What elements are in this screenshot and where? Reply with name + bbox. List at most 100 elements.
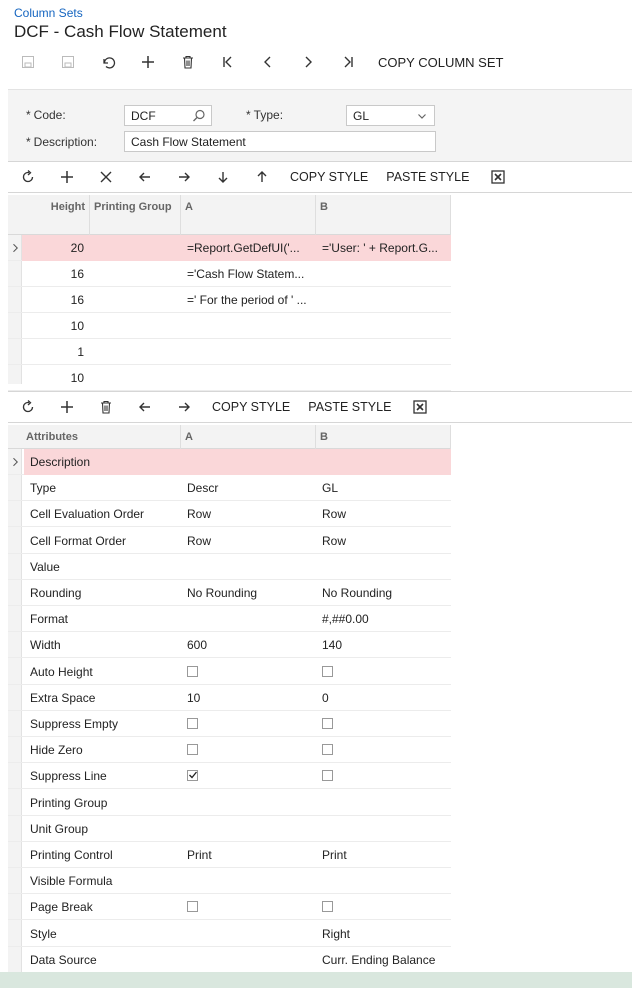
cell-column-a[interactable] — [181, 449, 316, 475]
cell-column-b[interactable] — [316, 261, 451, 287]
cell-column-b[interactable]: No Rounding — [316, 580, 451, 606]
cell-printing-group[interactable] — [90, 313, 181, 339]
move-left-button[interactable] — [125, 392, 164, 422]
cell-printing-group[interactable] — [90, 235, 181, 261]
breadcrumb[interactable]: Column Sets — [14, 6, 83, 20]
copy-column-set-button[interactable]: COPY COLUMN SET — [368, 48, 513, 76]
cell-column-b[interactable]: #,##0.00 — [316, 606, 451, 632]
description-field[interactable]: Cash Flow Statement — [124, 131, 436, 152]
table-row[interactable]: Suppress Line — [8, 763, 451, 790]
move-up-button[interactable] — [242, 162, 281, 192]
header-attributes[interactable]: Attributes — [22, 425, 181, 449]
checkbox[interactable] — [187, 770, 198, 782]
table-row[interactable]: Format #,##0.00 — [8, 606, 451, 633]
last-record-button[interactable] — [328, 48, 368, 76]
header-column-b[interactable]: B — [316, 195, 451, 235]
table-row[interactable]: Rounding No Rounding No Rounding — [8, 580, 451, 606]
cell-column-a[interactable] — [181, 606, 316, 632]
table-row[interactable]: Description — [8, 449, 451, 475]
table-row[interactable]: 10 — [8, 365, 451, 391]
table-row[interactable]: 16 ='Cash Flow Statem... — [8, 261, 451, 287]
cell-printing-group[interactable] — [90, 339, 181, 365]
first-record-button[interactable] — [208, 48, 248, 76]
cell-column-b[interactable]: Row — [316, 528, 451, 554]
checkbox[interactable] — [187, 718, 198, 729]
cell-column-a[interactable]: Print — [181, 842, 316, 868]
cell-column-a[interactable]: =' For the period of ' ... — [181, 287, 316, 313]
table-row[interactable]: Suppress Empty — [8, 711, 451, 737]
checkbox[interactable] — [322, 665, 333, 677]
cell-column-a[interactable] — [181, 711, 316, 737]
table-row[interactable]: Style Right — [8, 921, 451, 947]
cell-column-b[interactable]: Curr. Ending Balance — [316, 947, 451, 973]
cell-column-b[interactable]: ='User: ' + Report.G... — [316, 235, 451, 261]
cell-column-b[interactable] — [316, 737, 451, 763]
header-height[interactable]: Height — [22, 195, 90, 235]
type-select[interactable]: GL — [346, 105, 435, 126]
move-down-button[interactable] — [203, 162, 242, 192]
table-row[interactable]: Auto Height — [8, 659, 451, 685]
cell-column-a[interactable] — [181, 763, 316, 789]
export-excel-button[interactable] — [478, 162, 517, 192]
delete-row-button[interactable] — [86, 392, 125, 422]
cell-printing-group[interactable] — [90, 365, 181, 391]
cell-column-a[interactable] — [181, 790, 316, 816]
cell-column-a[interactable] — [181, 921, 316, 947]
checkbox[interactable] — [187, 665, 198, 677]
checkbox[interactable] — [322, 718, 333, 729]
cell-column-a[interactable] — [181, 737, 316, 763]
table-row[interactable]: Value — [8, 554, 451, 580]
cell-column-a[interactable] — [181, 554, 316, 580]
next-record-button[interactable] — [288, 48, 328, 76]
cell-column-b[interactable] — [316, 790, 451, 816]
cell-column-a[interactable] — [181, 659, 316, 685]
undo-button[interactable] — [88, 48, 128, 76]
table-row[interactable]: 1 — [8, 339, 451, 365]
cell-column-a[interactable] — [181, 894, 316, 920]
cell-column-b[interactable] — [316, 287, 451, 313]
cell-column-b[interactable] — [316, 449, 451, 475]
table-row[interactable]: Printing Control Print Print — [8, 842, 451, 868]
move-right-button[interactable] — [164, 162, 203, 192]
cell-column-b[interactable]: 0 — [316, 685, 451, 711]
table-row[interactable]: 16 =' For the period of ' ... — [8, 287, 451, 313]
copy-style-button[interactable]: COPY STYLE — [203, 392, 299, 422]
cell-column-b[interactable]: Print — [316, 842, 451, 868]
cell-printing-group[interactable] — [90, 261, 181, 287]
cell-column-b[interactable] — [316, 659, 451, 685]
table-row[interactable]: Visible Formula — [8, 868, 451, 895]
cell-column-b[interactable]: Right — [316, 921, 451, 947]
header-printing-group[interactable]: Printing Group — [90, 195, 181, 235]
move-right-button[interactable] — [164, 392, 203, 422]
cell-column-a[interactable] — [181, 313, 316, 339]
cell-column-b[interactable] — [316, 816, 451, 842]
cell-column-b[interactable] — [316, 711, 451, 737]
cell-column-b[interactable]: GL — [316, 475, 451, 501]
cell-height[interactable]: 20 — [22, 235, 90, 261]
checkbox[interactable] — [322, 901, 333, 913]
previous-record-button[interactable] — [248, 48, 288, 76]
cell-column-b[interactable]: Row — [316, 501, 451, 527]
header-column-a[interactable]: A — [181, 425, 316, 449]
cell-column-b[interactable] — [316, 763, 451, 789]
cell-column-a[interactable]: Row — [181, 528, 316, 554]
cell-height[interactable]: 1 — [22, 339, 90, 365]
cell-column-a[interactable] — [181, 868, 316, 894]
save-close-button[interactable] — [48, 48, 88, 76]
paste-style-button[interactable]: PASTE STYLE — [299, 392, 400, 422]
cell-column-a[interactable]: No Rounding — [181, 580, 316, 606]
header-column-b[interactable]: B — [316, 425, 451, 449]
table-row[interactable]: Hide Zero — [8, 737, 451, 764]
cell-column-a[interactable]: 600 — [181, 632, 316, 658]
cell-column-b[interactable] — [316, 339, 451, 365]
cell-column-a[interactable]: 10 — [181, 685, 316, 711]
table-row[interactable]: Type Descr GL — [8, 475, 451, 502]
search-icon[interactable] — [191, 108, 207, 124]
export-excel-button[interactable] — [400, 392, 439, 422]
cell-column-b[interactable] — [316, 868, 451, 894]
move-left-button[interactable] — [125, 162, 164, 192]
header-column-a[interactable]: A — [181, 195, 316, 235]
add-row-button[interactable] — [47, 162, 86, 192]
paste-style-button[interactable]: PASTE STYLE — [377, 162, 478, 192]
table-row[interactable]: 10 — [8, 313, 451, 339]
